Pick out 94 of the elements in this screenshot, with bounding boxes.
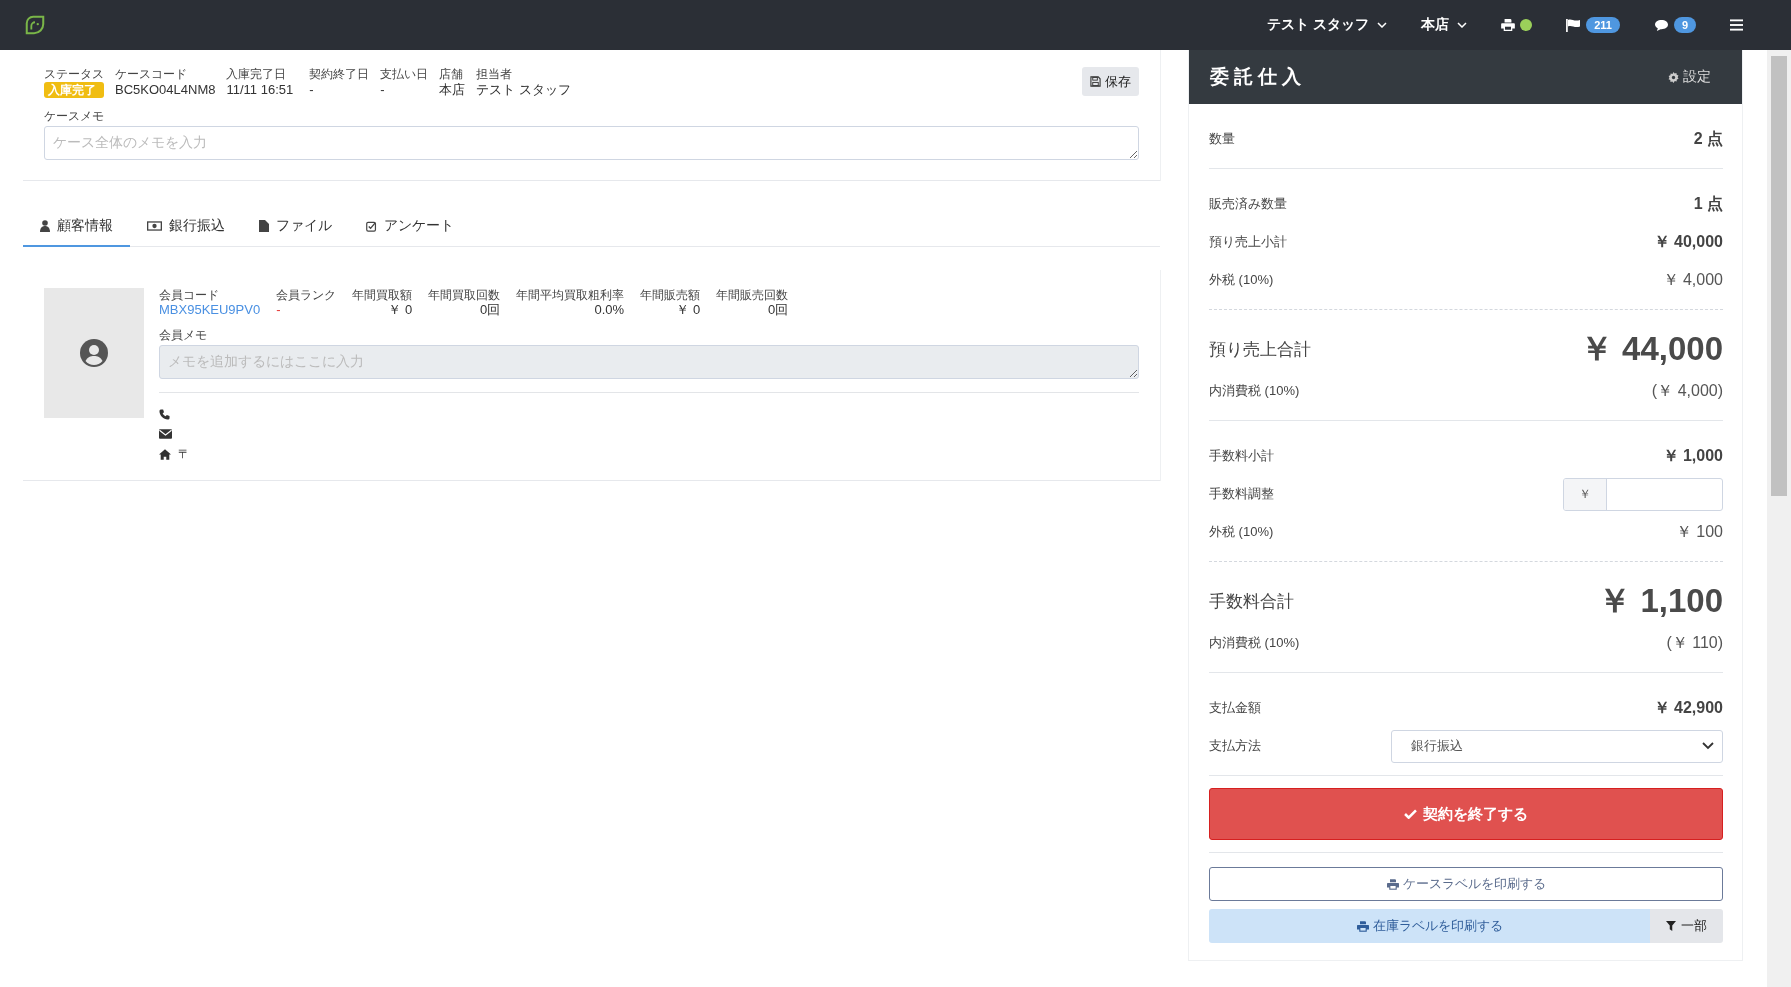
summary-value: ￥ 44,000 bbox=[1579, 328, 1723, 369]
phone-icon bbox=[159, 409, 170, 420]
case-memo-field[interactable]: ケース全体のメモを入力 bbox=[44, 126, 1139, 160]
field-label: 担当者 bbox=[476, 67, 514, 81]
summary-value: ￥ 1,000 bbox=[1662, 445, 1723, 466]
file-icon bbox=[259, 220, 269, 232]
memo-label: ケースメモ bbox=[44, 109, 105, 123]
field-label: 会員ランク bbox=[276, 288, 337, 302]
field-label: 契約終了日 bbox=[309, 67, 370, 81]
summary-label: 支払方法 bbox=[1209, 737, 1261, 755]
field-label: 年間平均買取粗利率 bbox=[516, 288, 625, 302]
summary-label: 預り売上合計 bbox=[1209, 338, 1311, 361]
panel-title: 委託仕入 bbox=[1210, 65, 1306, 89]
user-icon bbox=[40, 220, 50, 232]
summary-value: ￥ 40,000 bbox=[1653, 231, 1723, 252]
summary-value: ￥ 4,000 bbox=[1662, 269, 1723, 290]
print-stock-label-button[interactable]: 在庫ラベルを印刷する bbox=[1209, 909, 1650, 943]
summary-value: ￥ 42,900 bbox=[1653, 697, 1723, 718]
field-value: ￥ 0 bbox=[676, 302, 701, 318]
save-button[interactable]: 保存 bbox=[1082, 67, 1139, 96]
checkbox-icon bbox=[366, 220, 377, 232]
field-value: 本店 bbox=[439, 81, 466, 99]
field-value: 0.0% bbox=[594, 302, 625, 318]
message-count-badge: 9 bbox=[1673, 17, 1696, 33]
field-label: 年間買取額 bbox=[352, 288, 413, 302]
settings-icon bbox=[1668, 71, 1679, 83]
field-value: テスト スタッフ bbox=[476, 81, 571, 99]
staff-menu[interactable]: テスト スタッフ bbox=[1267, 16, 1388, 34]
summary-label: 数量 bbox=[1209, 130, 1235, 148]
tab[interactable]: 顧客情報 bbox=[23, 209, 130, 247]
payment-method-select[interactable]: 銀行振込 bbox=[1391, 729, 1723, 763]
field-value: 0回 bbox=[767, 302, 789, 318]
printer-icon bbox=[1356, 920, 1369, 932]
filter-button[interactable]: 一部 bbox=[1650, 909, 1723, 943]
store-menu[interactable]: 本店 bbox=[1421, 16, 1468, 34]
field-value: - bbox=[309, 81, 315, 99]
field-label: 支払い日 bbox=[380, 67, 429, 81]
tab[interactable]: 銀行振込 bbox=[130, 209, 242, 247]
home-icon bbox=[159, 448, 171, 460]
tab[interactable]: アンケート bbox=[349, 209, 471, 247]
field-value: ￥ 0 bbox=[388, 302, 413, 318]
summary-label: 外税 (10%) bbox=[1209, 523, 1274, 541]
banknote-icon bbox=[147, 221, 162, 231]
chevron-down-icon bbox=[1377, 22, 1388, 28]
field-label: 年間販売額 bbox=[640, 288, 701, 302]
memo-label: 会員メモ bbox=[159, 328, 208, 342]
field-value: - bbox=[380, 81, 386, 99]
field-label: 入庫完了日 bbox=[226, 67, 288, 81]
field-label: 店舗 bbox=[439, 67, 465, 81]
chevron-down-icon bbox=[1457, 22, 1468, 28]
menu-icon[interactable] bbox=[1730, 19, 1743, 31]
finish-contract-button[interactable]: 契約を終了する bbox=[1209, 788, 1723, 840]
summary-value: (￥ 4,000) bbox=[1651, 380, 1723, 401]
chevron-down-icon bbox=[1702, 742, 1714, 750]
summary-label: 外税 (10%) bbox=[1209, 271, 1274, 289]
flag-count-badge: 211 bbox=[1586, 17, 1620, 33]
summary-label: 内消費税 (10%) bbox=[1209, 634, 1300, 652]
scrollbar[interactable] bbox=[1767, 50, 1791, 987]
filter-icon bbox=[1666, 921, 1676, 931]
field-value: 11/11 16:51 bbox=[226, 81, 294, 99]
field-label: 年間買取回数 bbox=[428, 288, 501, 302]
field-label: 年間販売回数 bbox=[716, 288, 789, 302]
summary-label: 手数料調整 bbox=[1209, 485, 1274, 503]
printer-icon[interactable] bbox=[1501, 19, 1516, 31]
summary-value: ￥ 100 bbox=[1675, 521, 1723, 542]
summary-label: 手数料小計 bbox=[1209, 447, 1274, 465]
summary-label: 支払金額 bbox=[1209, 699, 1261, 717]
field-label: ケースコード bbox=[115, 67, 188, 81]
field-value: - bbox=[276, 302, 282, 318]
fee-adjust-field[interactable]: ￥ bbox=[1563, 477, 1723, 511]
field-label: 会員コード bbox=[159, 288, 220, 302]
speech-bubble-icon[interactable] bbox=[1653, 18, 1669, 32]
summary-label: 販売済み数量 bbox=[1209, 195, 1287, 213]
field-value: BC5KO04L4NM8 bbox=[115, 81, 216, 99]
summary-value: (￥ 110) bbox=[1666, 632, 1723, 653]
field-value: 0回 bbox=[479, 302, 501, 318]
user-circle-icon bbox=[80, 339, 108, 367]
envelope-icon bbox=[159, 429, 172, 439]
print-case-label-button[interactable]: ケースラベルを印刷する bbox=[1209, 867, 1723, 901]
summary-value: 2 点 bbox=[1693, 128, 1723, 149]
summary-label: 手数料合計 bbox=[1209, 590, 1294, 613]
postal-mark: 〒 bbox=[178, 448, 190, 460]
settings-button[interactable]: 設定 bbox=[1662, 67, 1717, 87]
summary-label: 内消費税 (10%) bbox=[1209, 382, 1300, 400]
status-badge: 入庫完了 bbox=[44, 82, 104, 98]
check-icon bbox=[1404, 809, 1417, 819]
summary-label: 預り売上小計 bbox=[1209, 233, 1287, 251]
summary-value: ￥ 1,100 bbox=[1598, 580, 1723, 621]
flag-icon[interactable] bbox=[1566, 18, 1582, 32]
summary-value: 1 点 bbox=[1693, 193, 1723, 214]
leaf-logo-icon[interactable] bbox=[24, 14, 46, 36]
field-label: ステータス bbox=[44, 67, 104, 81]
tab[interactable]: ファイル bbox=[242, 209, 349, 247]
printer-icon bbox=[1386, 878, 1399, 890]
